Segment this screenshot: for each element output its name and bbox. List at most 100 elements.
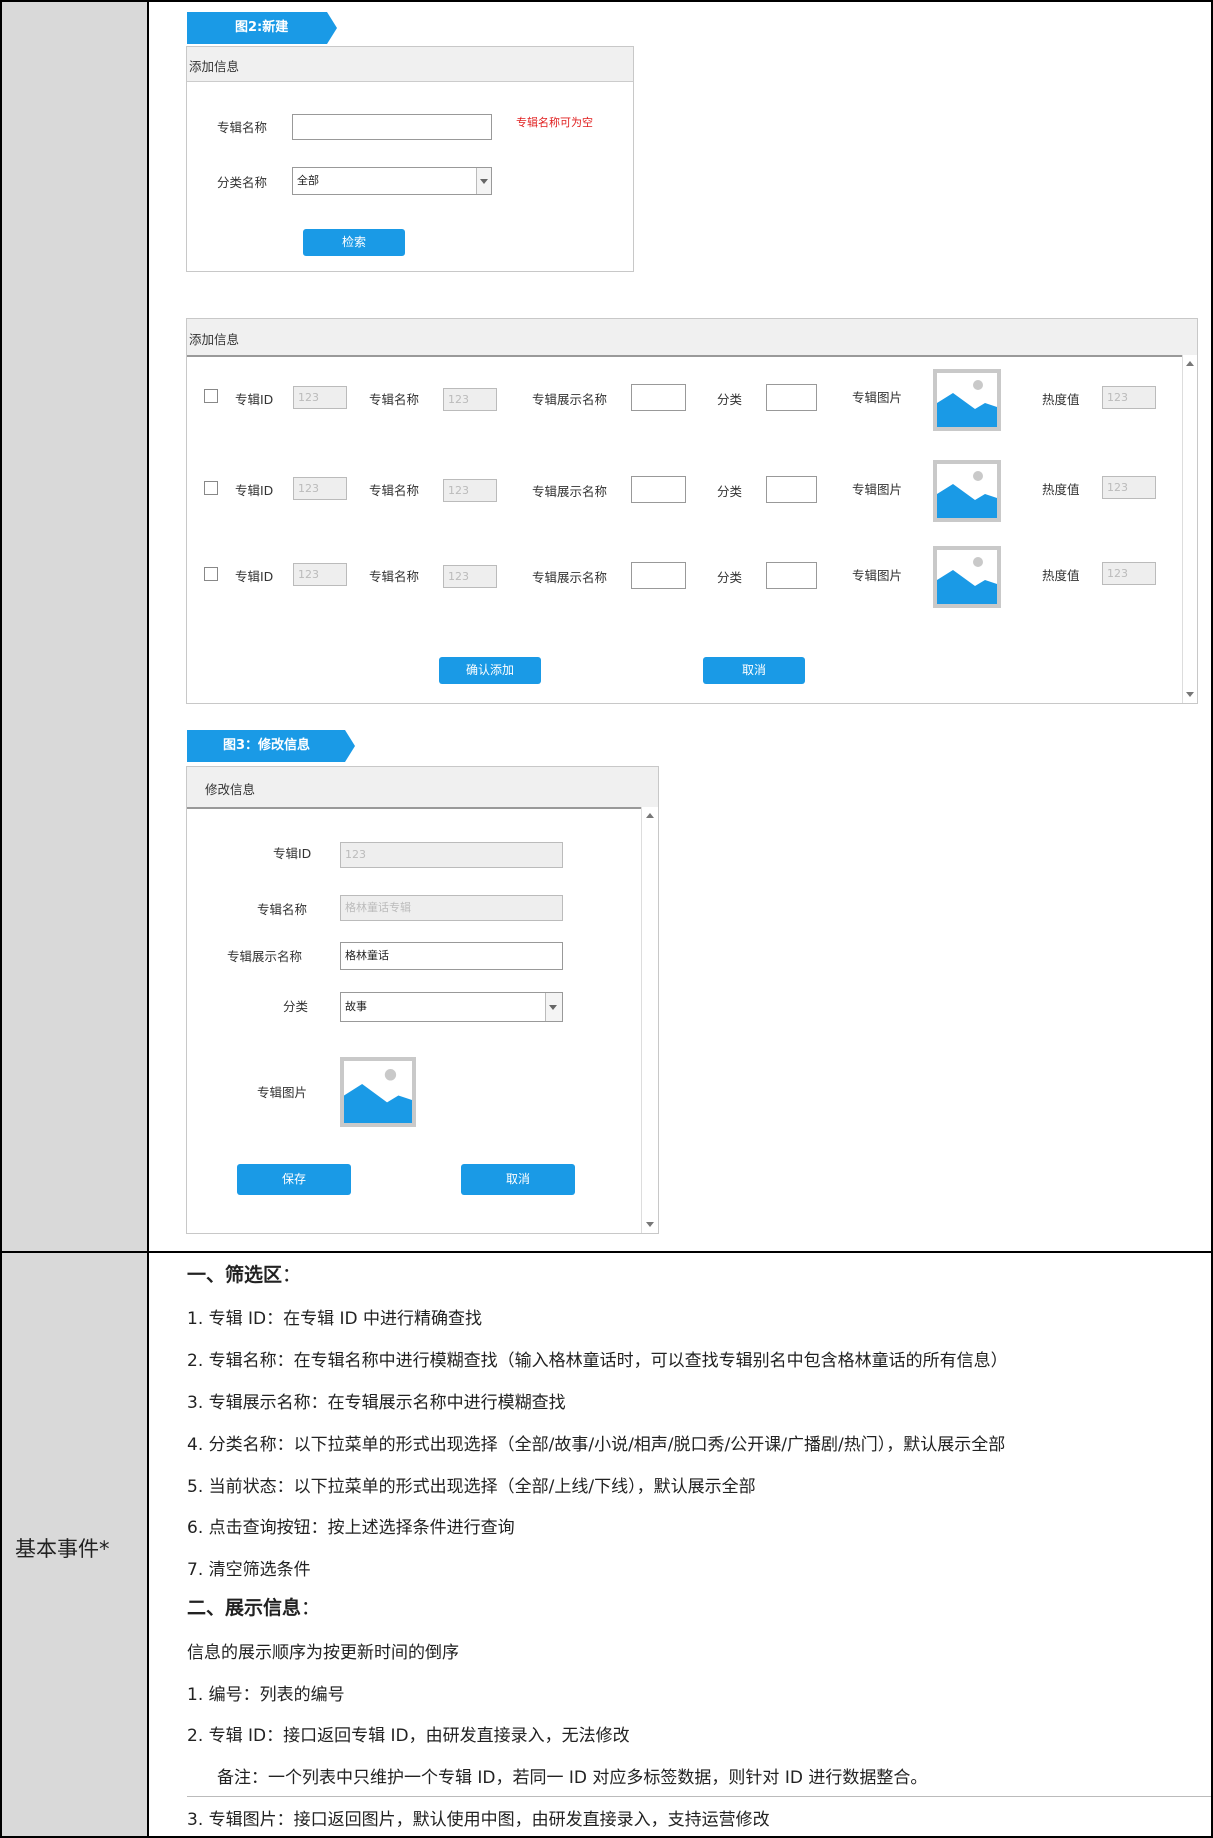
album-name-label: 专辑名称 xyxy=(257,902,308,917)
section-heading: 一、筛选区 xyxy=(187,1264,283,1286)
album-id-label: 专辑ID xyxy=(235,569,274,584)
chevron-down-icon xyxy=(476,168,491,194)
album-name-field: 123 xyxy=(443,388,497,411)
row-checkbox[interactable] xyxy=(204,481,218,495)
display-name-label: 专辑展示名称 xyxy=(532,570,608,585)
events-line-9: 二、展示信息： xyxy=(187,1593,320,1620)
edit-panel-title-bar: 修改信息 xyxy=(187,767,658,809)
search-button[interactable]: 检索 xyxy=(303,229,405,256)
events-line-2: 1. 专辑 ID：在专辑 ID 中进行精确查找 xyxy=(187,1309,483,1329)
events-line-11: 1. 编号：列表的编号 xyxy=(187,1685,345,1705)
heat-label: 热度值 xyxy=(1042,568,1080,583)
album-id-field: 123 xyxy=(293,477,347,500)
list-panel-title-bar: 添加信息 xyxy=(187,319,1197,357)
section-heading-colon: ： xyxy=(282,1264,302,1286)
album-id-label: 专辑ID xyxy=(273,846,312,861)
category-input[interactable] xyxy=(766,384,817,411)
figure-3-tag: 图3：修改信息 xyxy=(187,730,355,762)
display-name-input[interactable] xyxy=(631,384,686,411)
confirm-add-button[interactable]: 确认添加 xyxy=(439,657,541,684)
events-line-divider xyxy=(187,1796,1211,1797)
album-name-label: 专辑名称 xyxy=(217,120,268,135)
album-id-field: 123 xyxy=(293,386,347,409)
events-line-12: 2. 专辑 ID：接口返回专辑 ID，由研发直接录入，无法修改 xyxy=(187,1726,630,1746)
image-placeholder-icon[interactable] xyxy=(933,546,1001,608)
list-row: 专辑ID 123 专辑名称 123 专辑展示名称 分类 专辑图片 热度值 123 xyxy=(187,460,1177,524)
display-name-input[interactable]: 格林童话 xyxy=(340,942,563,970)
heat-field: 123 xyxy=(1102,476,1156,499)
category-select[interactable]: 故事 xyxy=(340,992,563,1022)
events-line-5: 4. 分类名称：以下拉菜单的形式出现选择（全部/故事/小说/相声/脱口秀/公开课… xyxy=(187,1435,1006,1455)
scroll-down-icon xyxy=(646,1222,654,1227)
album-name-label: 专辑名称 xyxy=(369,569,420,584)
chevron-down-icon xyxy=(545,993,562,1021)
album-name-field: 123 xyxy=(443,479,497,502)
add-info-filter-panel: 添加信息 专辑名称 专辑名称可为空 分类名称 全部 检索 xyxy=(186,46,634,272)
display-name-input[interactable] xyxy=(631,562,686,589)
figure-2-tag: 图2:新建 xyxy=(187,12,337,44)
panel-title-bar: 添加信息 xyxy=(187,47,633,82)
album-name-input[interactable] xyxy=(292,114,492,140)
cancel-button[interactable]: 取消 xyxy=(461,1164,575,1195)
events-line-14: 3. 专辑图片：接口返回图片，默认使用中图，由研发直接录入，支持运营修改 xyxy=(187,1810,770,1830)
category-input[interactable] xyxy=(766,562,817,589)
list-panel-title: 添加信息 xyxy=(189,332,240,347)
category-label: 分类 xyxy=(717,392,743,407)
events-line-6: 5. 当前状态：以下拉菜单的形式出现选择（全部/上线/下线），默认展示全部 xyxy=(187,1477,756,1497)
album-name-label: 专辑名称 xyxy=(369,392,420,407)
album-image-label: 专辑图片 xyxy=(852,390,903,405)
album-name-field: 格林童话专辑 xyxy=(340,895,563,921)
album-image-label: 专辑图片 xyxy=(257,1085,308,1100)
edit-panel-title: 修改信息 xyxy=(205,782,256,797)
panel-title: 添加信息 xyxy=(189,59,240,74)
section-heading: 二、展示信息 xyxy=(187,1597,302,1619)
add-info-list-panel: 添加信息 专辑ID 123 专辑名称 123 专辑展示名称 分类 专辑图片 热度… xyxy=(186,318,1198,704)
table-border-top xyxy=(0,0,1213,2)
section-heading-colon: ： xyxy=(301,1597,321,1619)
events-line-3: 2. 专辑名称：在专辑名称中进行模糊查找（输入格林童话时，可以查找专辑别名中包含… xyxy=(187,1351,1008,1371)
table-border-left xyxy=(0,0,2,1838)
album-name-hint: 专辑名称可为空 xyxy=(516,116,593,129)
list-scrollbar[interactable] xyxy=(1182,355,1197,703)
image-placeholder-icon[interactable] xyxy=(340,1057,416,1127)
events-line-7: 6. 点击查询按钮：按上述选择条件进行查询 xyxy=(187,1518,515,1538)
category-select[interactable]: 全部 xyxy=(292,167,492,195)
list-row: 专辑ID 123 专辑名称 123 专辑展示名称 分类 专辑图片 热度值 123 xyxy=(187,546,1177,610)
heat-label: 热度值 xyxy=(1042,482,1080,497)
row-checkbox[interactable] xyxy=(204,389,218,403)
cancel-button[interactable]: 取消 xyxy=(703,657,805,684)
events-row-label: 基本事件* xyxy=(15,1537,110,1561)
category-label: 分类 xyxy=(717,570,743,585)
display-name-input[interactable] xyxy=(631,476,686,503)
category-select-value: 全部 xyxy=(297,174,319,187)
display-name-label: 专辑展示名称 xyxy=(532,484,608,499)
album-id-label: 专辑ID xyxy=(235,483,274,498)
scroll-down-icon xyxy=(1186,692,1194,697)
scroll-up-icon xyxy=(646,813,654,818)
category-input[interactable] xyxy=(766,476,817,503)
events-line-4: 3. 专辑展示名称：在专辑展示名称中进行模糊查找 xyxy=(187,1393,566,1413)
table-row-divider xyxy=(0,1251,1213,1253)
heat-field: 123 xyxy=(1102,562,1156,585)
list-row: 专辑ID 123 专辑名称 123 专辑展示名称 分类 专辑图片 热度值 123 xyxy=(187,369,1177,433)
save-button[interactable]: 保存 xyxy=(237,1164,351,1195)
events-line-1: 一、筛选区： xyxy=(187,1260,301,1287)
category-label: 分类 xyxy=(717,484,743,499)
heat-label: 热度值 xyxy=(1042,392,1080,407)
album-name-label: 专辑名称 xyxy=(369,483,420,498)
events-line-8: 7. 清空筛选条件 xyxy=(187,1560,311,1580)
edit-info-panel: 修改信息 专辑ID 123 专辑名称 格林童话专辑 专辑展示名称 格林童话 分类… xyxy=(186,766,659,1234)
events-line-13: 备注：一个列表中只维护一个专辑 ID，若同一 ID 对应多标签数据，则针对 ID… xyxy=(217,1768,928,1788)
image-placeholder-icon[interactable] xyxy=(933,369,1001,431)
album-id-label: 专辑ID xyxy=(235,392,274,407)
side-cell-top xyxy=(0,0,148,1252)
scroll-up-icon xyxy=(1186,361,1194,366)
edit-scrollbar[interactable] xyxy=(641,807,658,1233)
album-image-label: 专辑图片 xyxy=(852,482,903,497)
row-checkbox[interactable] xyxy=(204,567,218,581)
events-line-10: 信息的展示顺序为按更新时间的倒序 xyxy=(187,1643,459,1663)
image-placeholder-icon[interactable] xyxy=(933,460,1001,522)
heat-field: 123 xyxy=(1102,386,1156,409)
category-label: 分类名称 xyxy=(217,175,268,190)
album-id-field: 123 xyxy=(340,842,563,868)
